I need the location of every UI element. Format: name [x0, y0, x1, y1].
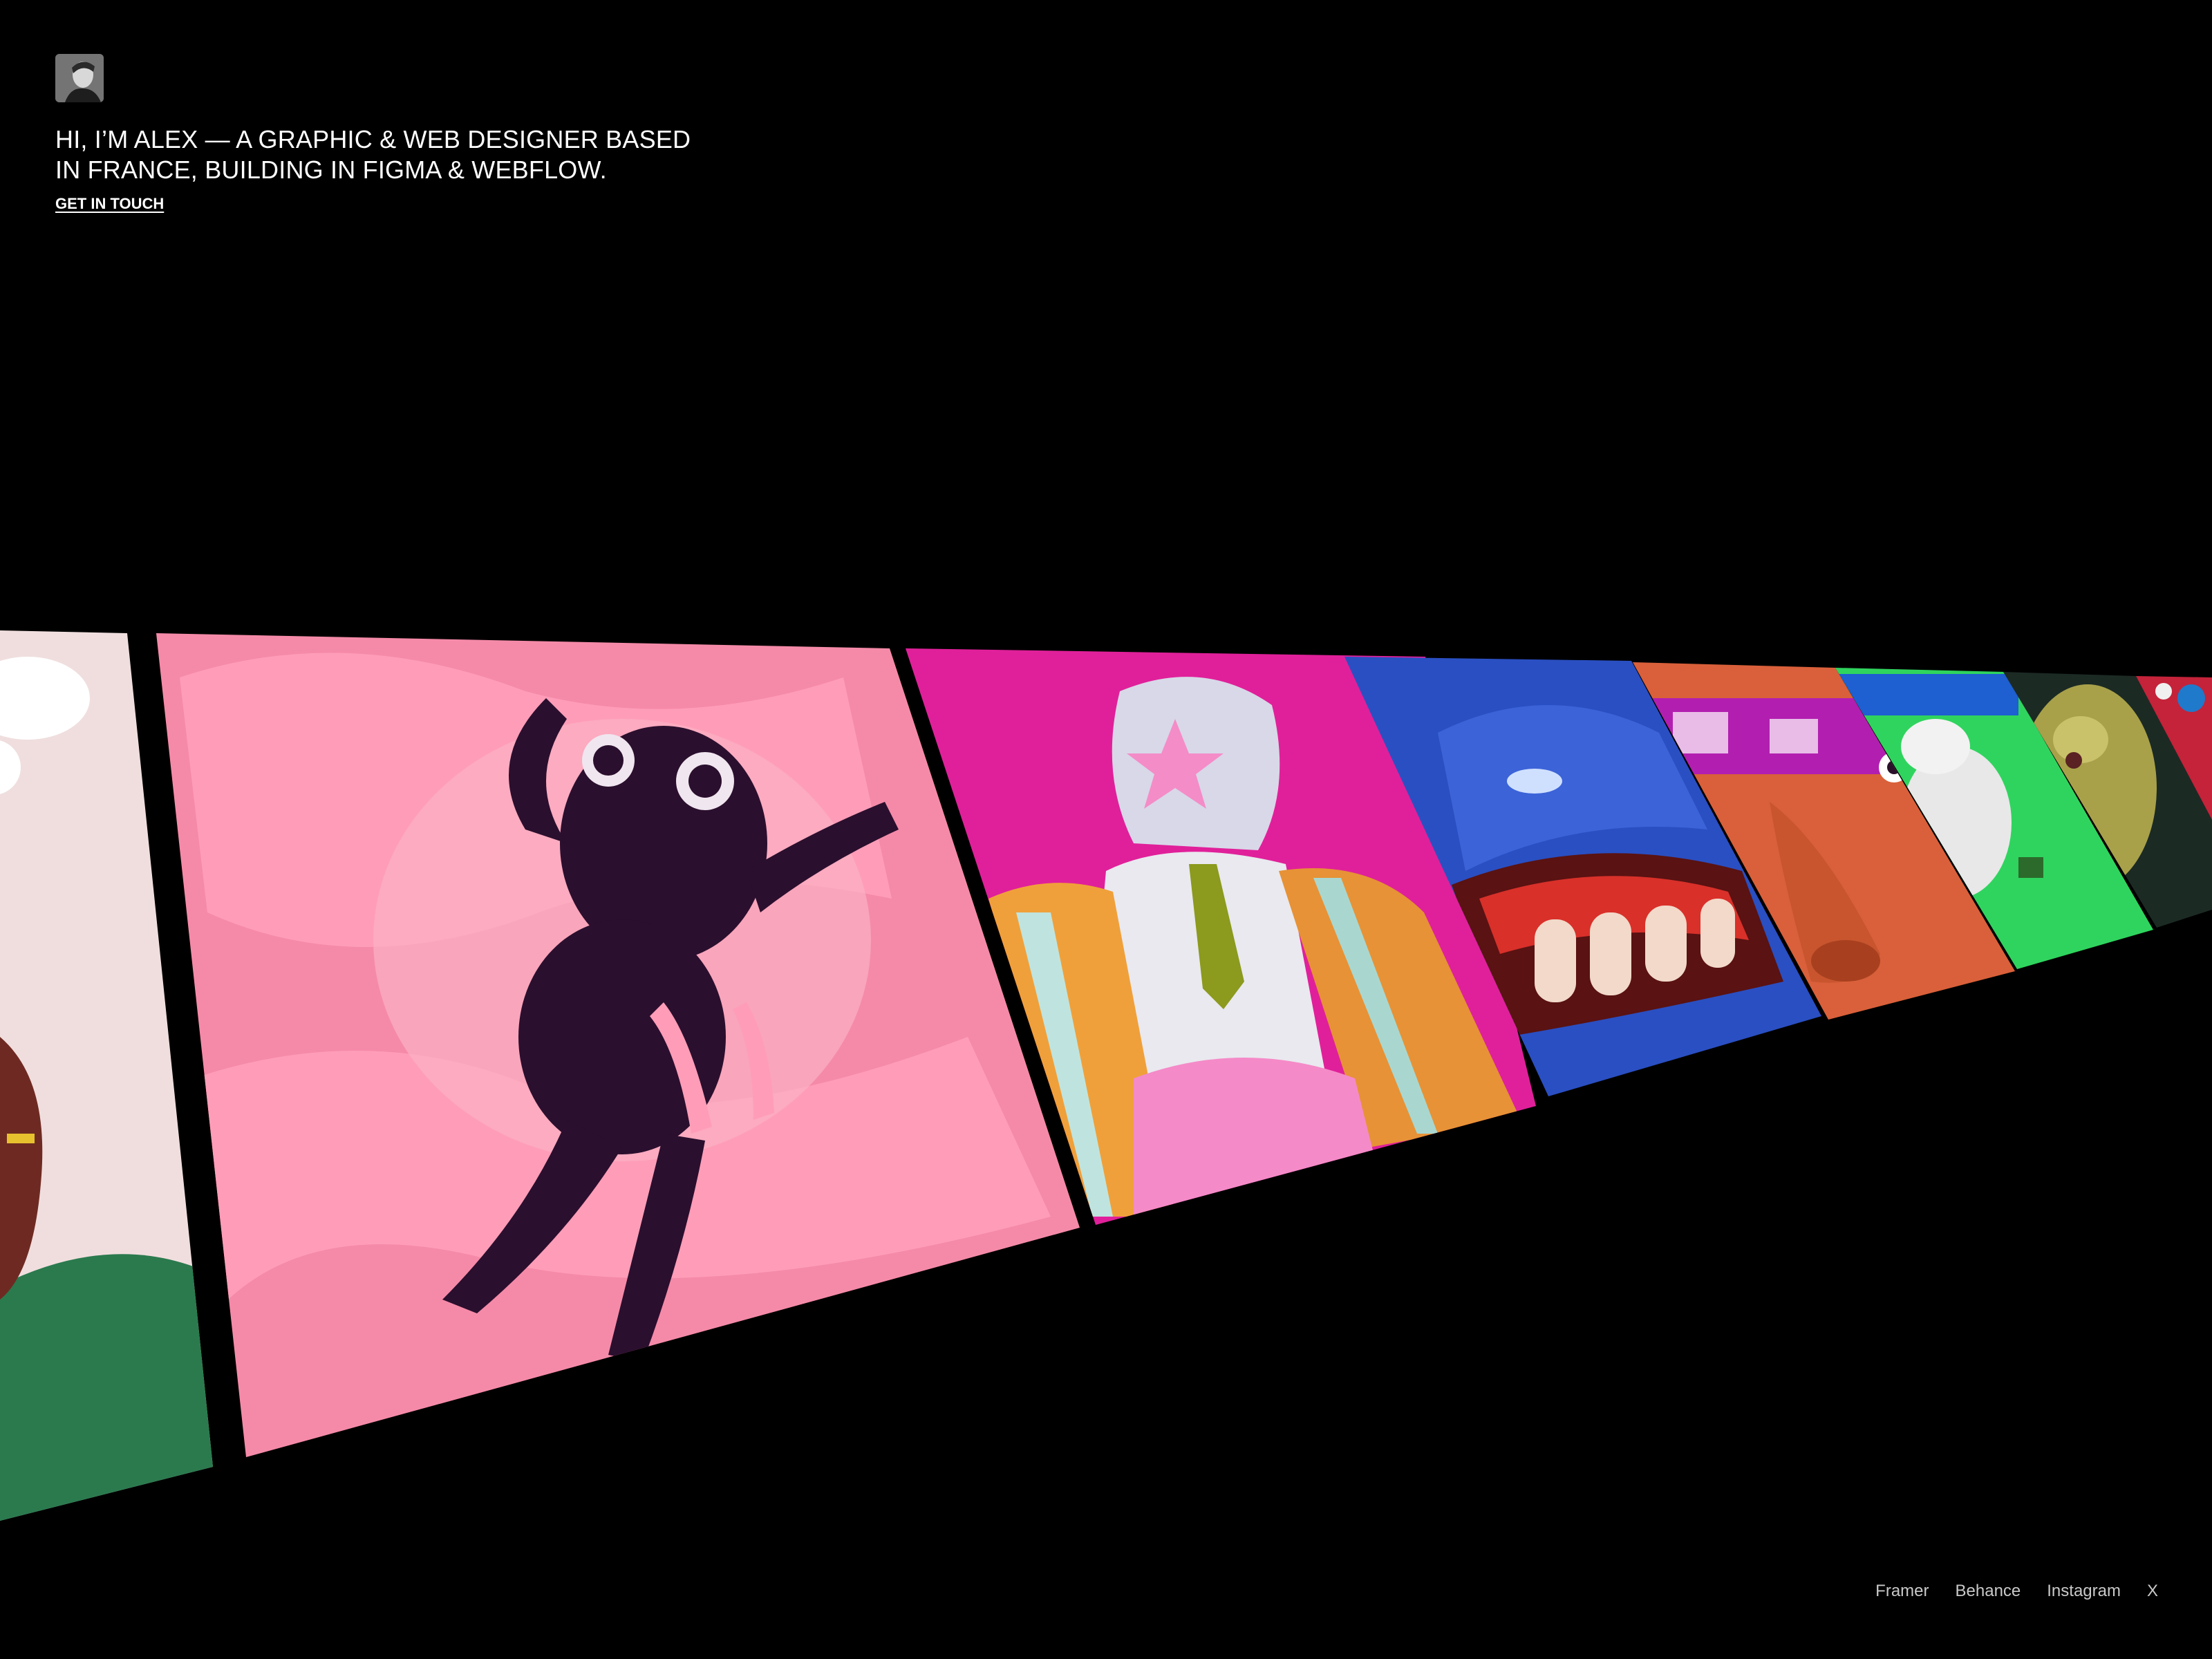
footer-link-behance[interactable]: Behance: [1956, 1582, 2021, 1601]
footer-social-links: Framer Behance Instagram X: [1875, 1582, 2158, 1601]
footer-link-framer[interactable]: Framer: [1875, 1582, 1929, 1601]
artwork-pink-blob-creature[interactable]: [156, 633, 1080, 1457]
footer-link-x[interactable]: X: [2147, 1582, 2158, 1601]
artwork-gallery-carousel[interactable]: [0, 0, 2212, 1659]
footer-link-instagram[interactable]: Instagram: [2047, 1582, 2121, 1601]
